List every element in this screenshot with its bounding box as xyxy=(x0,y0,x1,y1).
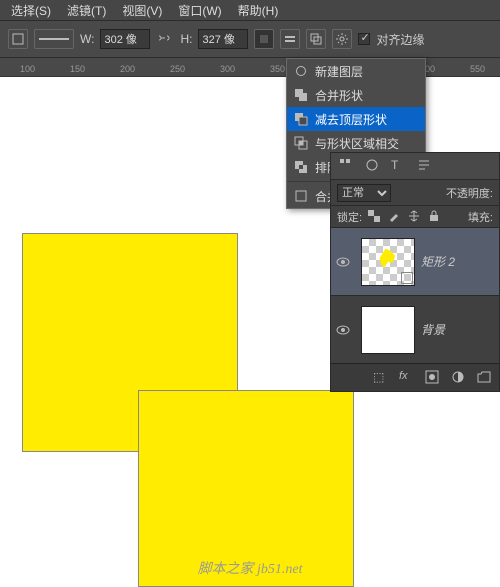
menu-select[interactable]: 选择(S) xyxy=(3,0,59,21)
watermark: 脚本之家 jb51.net xyxy=(0,558,500,578)
path-ops-icon[interactable] xyxy=(254,29,274,49)
fx-icon[interactable]: fx xyxy=(399,370,415,386)
visibility-eye-icon[interactable] xyxy=(331,228,355,295)
menu-help[interactable]: 帮助(H) xyxy=(230,0,287,21)
tab-paragraph-icon[interactable] xyxy=(417,158,433,174)
merge-components-icon xyxy=(293,188,309,204)
lock-label: 锁定: xyxy=(337,209,362,225)
height-input[interactable] xyxy=(198,29,248,49)
menu-view[interactable]: 视图(V) xyxy=(114,0,170,21)
lock-move-icon[interactable] xyxy=(408,210,422,224)
combine-icon xyxy=(293,87,309,103)
intersect-icon xyxy=(293,135,309,151)
tool-preset-icon[interactable] xyxy=(8,29,28,49)
layers-panel: T 正常 不透明度: 锁定: 填充: 矩形 2 背景 ⬚ fx xyxy=(330,152,500,392)
link-wh-icon[interactable] xyxy=(156,32,174,46)
tab-type-icon[interactable]: T xyxy=(391,158,407,174)
lock-row: 锁定: 填充: xyxy=(331,205,499,227)
stroke-style-icon[interactable] xyxy=(34,29,74,49)
tab-styles-icon[interactable] xyxy=(365,158,381,174)
lock-all-icon[interactable] xyxy=(428,210,442,224)
subtract-icon xyxy=(293,111,309,127)
path-align-icon[interactable] xyxy=(280,29,300,49)
dd-combine[interactable]: 合并形状 xyxy=(287,83,425,107)
dd-subtract-front[interactable]: 减去顶层形状 xyxy=(287,107,425,131)
tab-swatches-icon[interactable] xyxy=(339,158,355,174)
layer-list: 矩形 2 背景 xyxy=(331,227,499,363)
layer-thumbnail[interactable] xyxy=(361,306,415,354)
settings-gear-icon[interactable] xyxy=(332,29,352,49)
opacity-label: 不透明度: xyxy=(446,185,493,201)
layer-row[interactable]: 背景 xyxy=(331,295,499,363)
exclude-icon xyxy=(293,159,309,175)
lock-transparency-icon[interactable] xyxy=(368,210,382,224)
adjustment-icon[interactable] xyxy=(451,370,467,386)
lock-brush-icon[interactable] xyxy=(388,210,402,224)
mask-icon[interactable] xyxy=(425,370,441,386)
dd-new-layer[interactable]: 新建图层 xyxy=(287,59,425,83)
menu-window[interactable]: 窗口(W) xyxy=(170,0,229,21)
align-edges-checkbox[interactable] xyxy=(358,33,370,45)
fill-label: 填充: xyxy=(468,209,493,225)
align-edges-label: 对齐边缘 xyxy=(376,31,424,48)
menu-filter[interactable]: 滤镜(T) xyxy=(59,0,114,21)
panel-tabs: T xyxy=(331,153,499,179)
layer-thumbnail[interactable] xyxy=(361,238,415,286)
height-label: H: xyxy=(180,32,192,46)
arrange-icon[interactable] xyxy=(306,29,326,49)
options-bar: W: H: 对齐边缘 xyxy=(0,20,500,58)
layer-row[interactable]: 矩形 2 xyxy=(331,227,499,295)
group-icon[interactable] xyxy=(477,370,493,386)
panel-controls: 正常 不透明度: xyxy=(331,179,499,205)
layer-name[interactable]: 背景 xyxy=(421,321,445,338)
layer-name[interactable]: 矩形 2 xyxy=(421,253,455,270)
link-layers-icon[interactable]: ⬚ xyxy=(373,370,389,386)
width-input[interactable] xyxy=(100,29,150,49)
panel-bottom-bar: ⬚ fx xyxy=(331,363,499,391)
width-label: W: xyxy=(80,32,94,46)
visibility-eye-icon[interactable] xyxy=(331,296,355,363)
menubar: 选择(S) 滤镜(T) 视图(V) 窗口(W) 帮助(H) xyxy=(0,0,500,20)
blend-mode-select[interactable]: 正常 xyxy=(337,184,391,202)
